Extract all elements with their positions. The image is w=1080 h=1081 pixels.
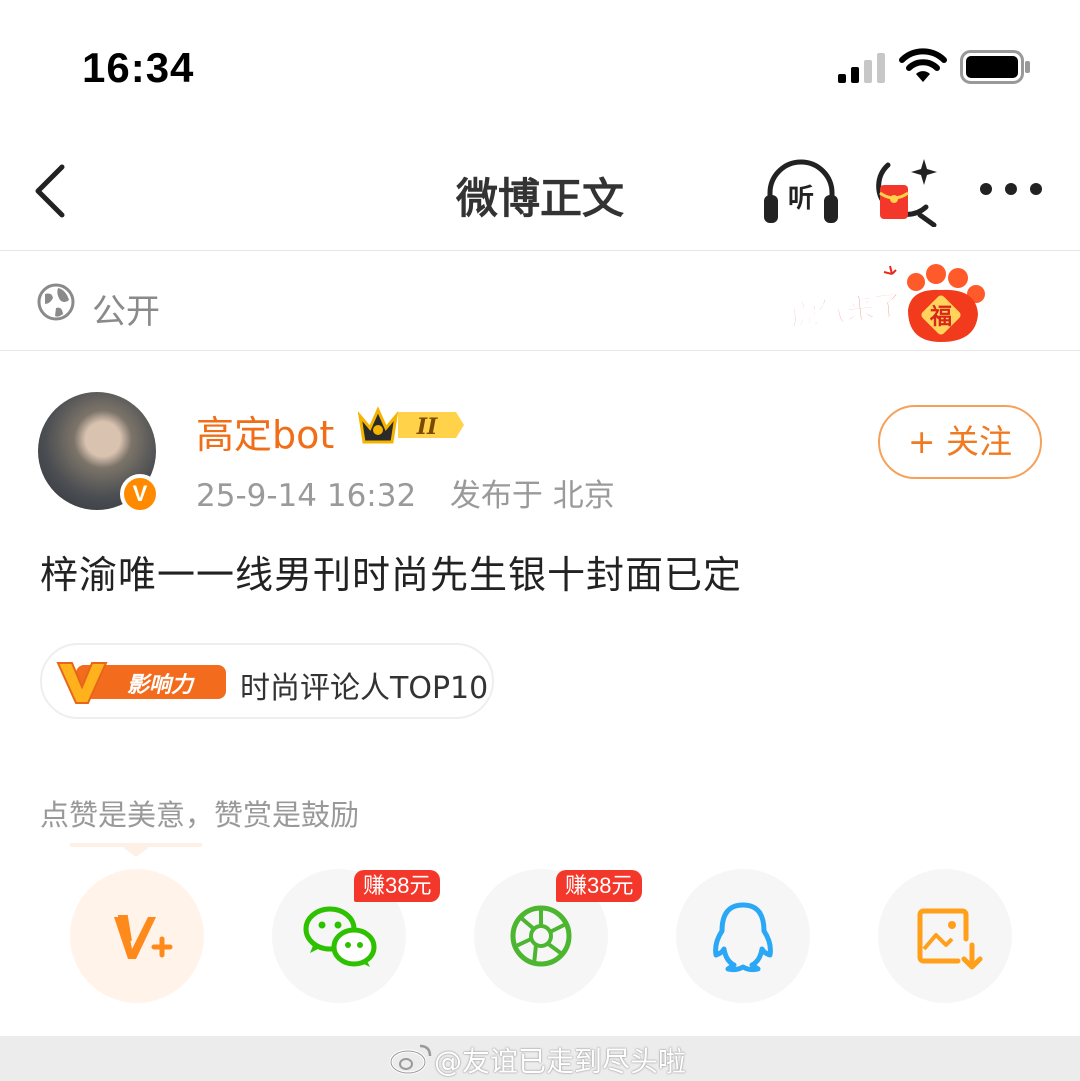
cellular-signal-icon — [838, 53, 885, 83]
share-qq-button[interactable] — [676, 869, 810, 1003]
page-title: 微博正文 — [455, 174, 624, 223]
post-time: 25-9-14 16:32 — [196, 478, 417, 514]
qq-icon — [713, 902, 773, 973]
wifi-icon — [899, 48, 947, 82]
reward-v-plus-icon — [114, 915, 173, 959]
status-time: 16:34 — [82, 44, 195, 91]
more-options-icon[interactable] — [978, 179, 1044, 199]
globe-icon — [37, 283, 75, 321]
vip-level: II — [416, 414, 438, 440]
watermark-text: @友谊已走到尽头啦 — [434, 1045, 687, 1078]
battery-icon — [960, 50, 1030, 84]
status-bar: 16:34 — [0, 0, 1080, 135]
listen-button[interactable]: 听 — [762, 155, 840, 227]
influence-v-logo-icon: 影响力 — [56, 662, 226, 704]
back-arrow-icon[interactable] — [28, 161, 72, 221]
follow-button[interactable]: + 关注 — [878, 405, 1042, 479]
tiger-fortune-badge[interactable]: 虎气来了 福 — [786, 258, 996, 348]
badge-fu: 福 — [929, 305, 952, 330]
verified-badge: V — [120, 474, 160, 514]
post-meta: 25-9-14 16:32 发布于 北京 — [196, 470, 615, 515]
earn-badge: 赚38元 — [354, 870, 441, 902]
visibility-row: 公开 虎气来了 福 — [0, 252, 1080, 351]
listen-label: 听 — [788, 184, 814, 214]
weibo-logo-icon — [389, 1044, 432, 1075]
reward-hint: 点赞是美意，赞赏是鼓励 — [40, 798, 360, 832]
reward-button[interactable] — [70, 869, 204, 1003]
nav-bar: 微博正文 听 — [0, 135, 1080, 251]
influence-logo-text: 影响力 — [127, 673, 195, 698]
influence-label: 时尚评论人TOP10 — [240, 671, 489, 706]
red-packet-search-icon[interactable] — [874, 155, 940, 227]
earn-badge: 赚38元 — [556, 870, 643, 902]
badge-text: 虎气来了 — [789, 288, 904, 333]
username[interactable]: 高定bot — [196, 404, 334, 459]
influence-tag[interactable]: 影响力 时尚评论人TOP10 — [40, 643, 494, 719]
save-image-button[interactable] — [878, 869, 1012, 1003]
post-text[interactable]: 梓渝唯一一线男刊时尚先生银十封面已定 — [40, 544, 742, 599]
visibility-label: 公开 — [92, 292, 160, 332]
reward-pointer — [70, 843, 202, 857]
save-image-icon — [917, 908, 983, 970]
post-location: 发布于 北京 — [449, 478, 615, 514]
vip-crown-badge-icon[interactable]: II — [358, 404, 466, 446]
headphones-icon: 听 — [764, 159, 838, 223]
